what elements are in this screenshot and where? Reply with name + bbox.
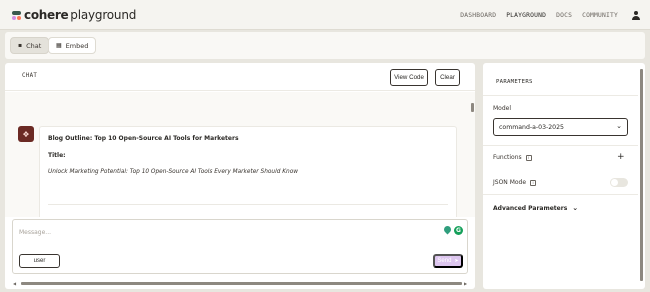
model-select-value: command-a-03-2025 xyxy=(499,123,564,131)
json-mode-toggle[interactable] xyxy=(610,178,628,187)
parameters-panel: PARAMETERS Model command-a-03-2025 ⌄ Fun… xyxy=(483,63,645,289)
functions-label: Functions xyxy=(493,154,522,161)
tab-chat-label: Chat xyxy=(26,41,42,50)
scrollbar-thumb[interactable] xyxy=(640,69,643,281)
tab-embed-label: Embed xyxy=(65,41,89,50)
nav-docs[interactable]: DOCS xyxy=(556,12,572,19)
chat-horizontal-scrollbar[interactable]: ◀ ▶ xyxy=(13,281,469,286)
info-icon[interactable]: i xyxy=(530,179,537,186)
advanced-parameters-toggle[interactable]: Advanced Parameters ⌄ xyxy=(493,204,578,212)
embed-icon: ▦ xyxy=(56,42,62,49)
scroll-left-arrow-icon[interactable]: ◀ xyxy=(13,281,16,286)
cohere-playground-logo[interactable]: cohere playground xyxy=(12,8,136,22)
tab-embed[interactable]: ▦ Embed xyxy=(48,37,97,54)
parameters-scrollbar[interactable] xyxy=(640,63,644,289)
parameters-title: PARAMETERS xyxy=(496,79,533,85)
json-mode-label: JSON Mode xyxy=(493,179,527,186)
add-function-icon[interactable]: + xyxy=(617,152,625,162)
logo-word: cohere xyxy=(24,8,69,22)
divider xyxy=(483,95,638,96)
view-code-button[interactable]: View Code xyxy=(390,69,428,86)
logo-suffix: playground xyxy=(70,8,137,22)
info-icon[interactable]: i xyxy=(525,154,532,161)
nav-community[interactable]: COMMUNITY xyxy=(582,12,618,19)
chevron-down-icon: ⌄ xyxy=(616,122,622,130)
send-arrow-icon: ➤ xyxy=(454,258,459,264)
chat-panel: CHAT View Code Clear ❖ Blog Outline: Top… xyxy=(5,63,475,289)
role-toggle-button[interactable]: user xyxy=(19,254,60,268)
clear-button[interactable]: Clear xyxy=(435,69,460,86)
cohere-bot-icon: ❖ xyxy=(18,126,34,142)
cohere-logo-icon xyxy=(12,10,21,20)
top-navigation-bar: cohere playground DASHBOARD PLAYGROUND D… xyxy=(0,0,650,30)
location-pin-icon[interactable] xyxy=(444,226,451,235)
scrollbar-thumb[interactable] xyxy=(471,103,474,112)
advanced-parameters-label: Advanced Parameters xyxy=(493,204,568,212)
composer-icons: G xyxy=(444,226,463,235)
tab-chat[interactable]: ▪ Chat xyxy=(10,37,50,54)
chevron-down-icon: ⌄ xyxy=(572,204,579,212)
horizontal-scrollbar-thumb[interactable] xyxy=(21,282,462,285)
functions-row: Functions i xyxy=(493,154,532,161)
user-account-icon[interactable] xyxy=(632,10,640,20)
message-input[interactable]: Message... xyxy=(19,229,51,236)
model-select[interactable]: command-a-03-2025 ⌄ xyxy=(493,118,628,136)
send-button[interactable]: Send ➤ xyxy=(433,254,463,268)
message-composer: Message... G user Send ➤ xyxy=(12,219,468,274)
scroll-right-arrow-icon[interactable]: ▶ xyxy=(464,281,467,286)
main-nav: DASHBOARD PLAYGROUND DOCS COMMUNITY xyxy=(460,0,640,30)
grammarly-icon[interactable]: G xyxy=(454,226,463,235)
message-divider xyxy=(48,204,448,205)
json-mode-row: JSON Mode i xyxy=(493,179,537,186)
mode-bar: ▪ Chat ▦ Embed xyxy=(5,32,645,59)
message-title-label: Title: xyxy=(48,152,66,159)
nav-playground[interactable]: PLAYGROUND xyxy=(506,12,546,19)
chat-header: CHAT View Code Clear xyxy=(5,63,475,91)
message-heading: Blog Outline: Top 10 Open-Source AI Tool… xyxy=(48,135,239,142)
divider xyxy=(483,145,638,146)
chat-vertical-scrollbar[interactable] xyxy=(471,103,475,283)
chat-messages[interactable]: ❖ Blog Outline: Top 10 Open-Source AI To… xyxy=(5,92,475,217)
toggle-knob xyxy=(611,179,618,186)
chat-title: CHAT xyxy=(22,73,38,79)
nav-dashboard[interactable]: DASHBOARD xyxy=(460,12,496,19)
chat-icon: ▪ xyxy=(18,42,23,49)
send-button-label: Send xyxy=(437,258,452,264)
assistant-message: Blog Outline: Top 10 Open-Source AI Tool… xyxy=(39,126,457,217)
divider xyxy=(483,194,638,195)
model-label: Model xyxy=(493,105,512,112)
message-line: Unlock Marketing Potential: Top 10 Open-… xyxy=(48,169,298,175)
